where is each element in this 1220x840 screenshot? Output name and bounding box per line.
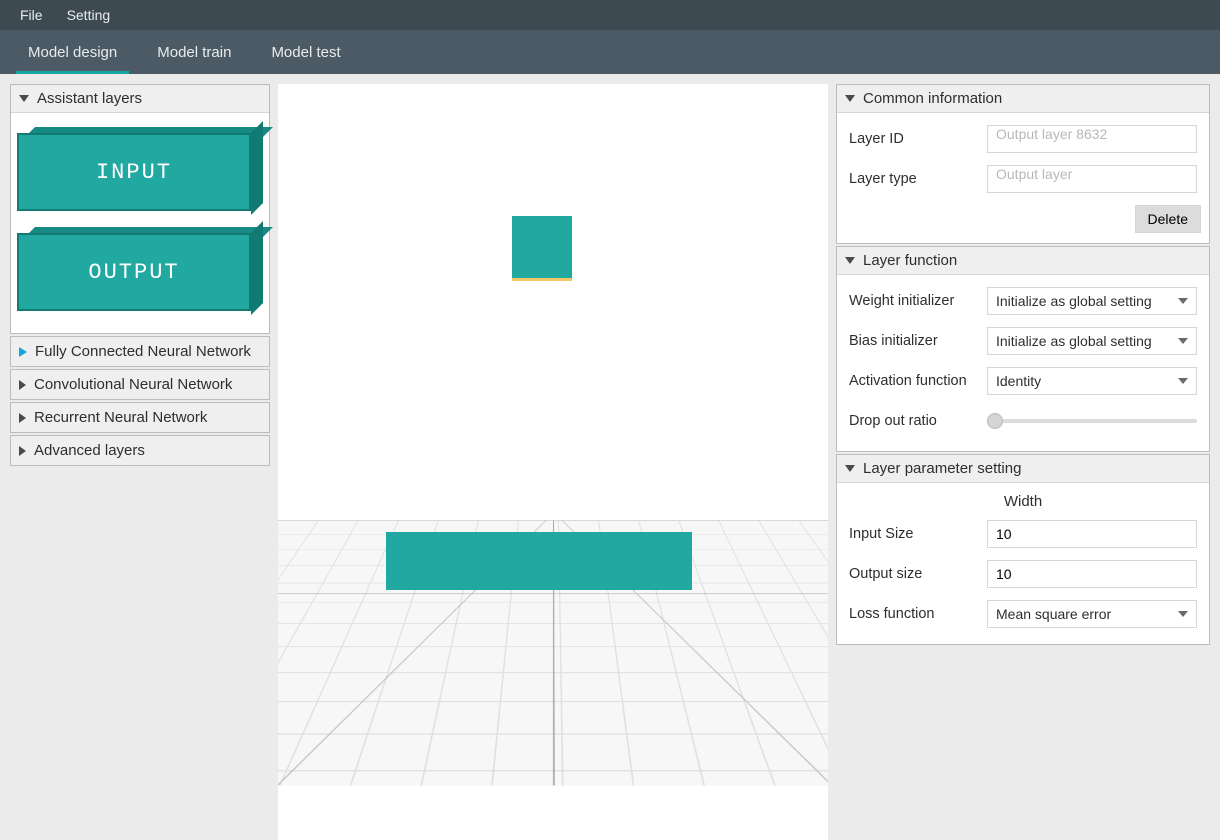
canvas-layer-node-small[interactable] xyxy=(512,216,572,278)
field-layer-id: Output layer 8632 xyxy=(987,125,1197,153)
label-weight-initializer: Weight initializer xyxy=(849,293,987,309)
tab-model-design[interactable]: Model design xyxy=(8,30,137,74)
section-layer-parameter[interactable]: Layer parameter setting xyxy=(837,455,1209,483)
section-common-info[interactable]: Common information xyxy=(837,85,1209,113)
chevron-down-icon xyxy=(845,257,855,264)
slider-dropout-ratio[interactable] xyxy=(987,407,1197,435)
field-layer-type: Output layer xyxy=(987,165,1197,193)
select-activation-function[interactable]: Identity xyxy=(987,367,1197,395)
select-weight-initializer[interactable]: Initialize as global setting xyxy=(987,287,1197,315)
accordion-title: Assistant layers xyxy=(37,90,142,107)
accordion-title: Fully Connected Neural Network xyxy=(35,343,251,360)
label-input-size: Input Size xyxy=(849,526,987,542)
chevron-down-icon xyxy=(845,465,855,472)
section-title: Common information xyxy=(863,90,1002,107)
tab-bar: Model design Model train Model test xyxy=(0,30,1220,74)
input-output-size[interactable] xyxy=(987,560,1197,588)
select-value: Identity xyxy=(996,373,1041,389)
left-panel: Assistant layers INPUT OUTPUT Fully Conn… xyxy=(0,74,278,840)
accordion-cnn[interactable]: Convolutional Neural Network xyxy=(10,369,270,400)
tab-model-test[interactable]: Model test xyxy=(251,30,360,74)
palette-output-layer[interactable]: OUTPUT xyxy=(17,227,263,311)
chevron-down-icon xyxy=(1178,298,1188,304)
slider-knob[interactable] xyxy=(987,413,1003,429)
tab-model-train[interactable]: Model train xyxy=(137,30,251,74)
label-layer-type: Layer type xyxy=(849,171,987,187)
chevron-right-icon xyxy=(19,380,26,390)
select-loss-function[interactable]: Mean square error xyxy=(987,600,1197,628)
accordion-advanced[interactable]: Advanced layers xyxy=(10,435,270,466)
select-value: Initialize as global setting xyxy=(996,293,1152,309)
section-title: Layer function xyxy=(863,252,957,269)
chevron-right-icon xyxy=(19,446,26,456)
chevron-down-icon xyxy=(1178,611,1188,617)
section-layer-function[interactable]: Layer function xyxy=(837,247,1209,275)
label-dropout-ratio: Drop out ratio xyxy=(849,413,987,429)
chevron-right-icon xyxy=(19,413,26,423)
chevron-down-icon xyxy=(1178,378,1188,384)
accordion-title: Recurrent Neural Network xyxy=(34,409,207,426)
canvas-layer-node-large[interactable] xyxy=(386,532,692,590)
delete-button[interactable]: Delete xyxy=(1135,205,1201,233)
design-canvas[interactable] xyxy=(278,84,828,840)
accordion-assistant-layers[interactable]: Assistant layers xyxy=(11,85,269,113)
accordion-title: Convolutional Neural Network xyxy=(34,376,232,393)
column-header-width: Width xyxy=(845,485,1201,514)
inspector-panel: Common information Layer ID Output layer… xyxy=(828,74,1220,840)
accordion-fcnn[interactable]: Fully Connected Neural Network xyxy=(10,336,270,367)
select-value: Mean square error xyxy=(996,606,1111,622)
chevron-down-icon xyxy=(19,95,29,102)
menu-setting[interactable]: Setting xyxy=(55,3,123,27)
input-input-size[interactable] xyxy=(987,520,1197,548)
chevron-down-icon xyxy=(1178,338,1188,344)
palette-input-layer[interactable]: INPUT xyxy=(17,127,263,211)
select-value: Initialize as global setting xyxy=(996,333,1152,349)
accordion-rnn[interactable]: Recurrent Neural Network xyxy=(10,402,270,433)
section-title: Layer parameter setting xyxy=(863,460,1021,477)
chevron-down-icon xyxy=(845,95,855,102)
label-loss-function: Loss function xyxy=(849,606,987,622)
play-icon xyxy=(19,347,27,357)
label-output-size: Output size xyxy=(849,566,987,582)
select-bias-initializer[interactable]: Initialize as global setting xyxy=(987,327,1197,355)
menu-bar: File Setting xyxy=(0,0,1220,30)
palette-block-label: OUTPUT xyxy=(17,233,251,311)
menu-file[interactable]: File xyxy=(8,3,55,27)
label-layer-id: Layer ID xyxy=(849,131,987,147)
label-activation-function: Activation function xyxy=(849,373,987,389)
label-bias-initializer: Bias initializer xyxy=(849,333,987,349)
accordion-title: Advanced layers xyxy=(34,442,145,459)
palette-block-label: INPUT xyxy=(17,133,251,211)
